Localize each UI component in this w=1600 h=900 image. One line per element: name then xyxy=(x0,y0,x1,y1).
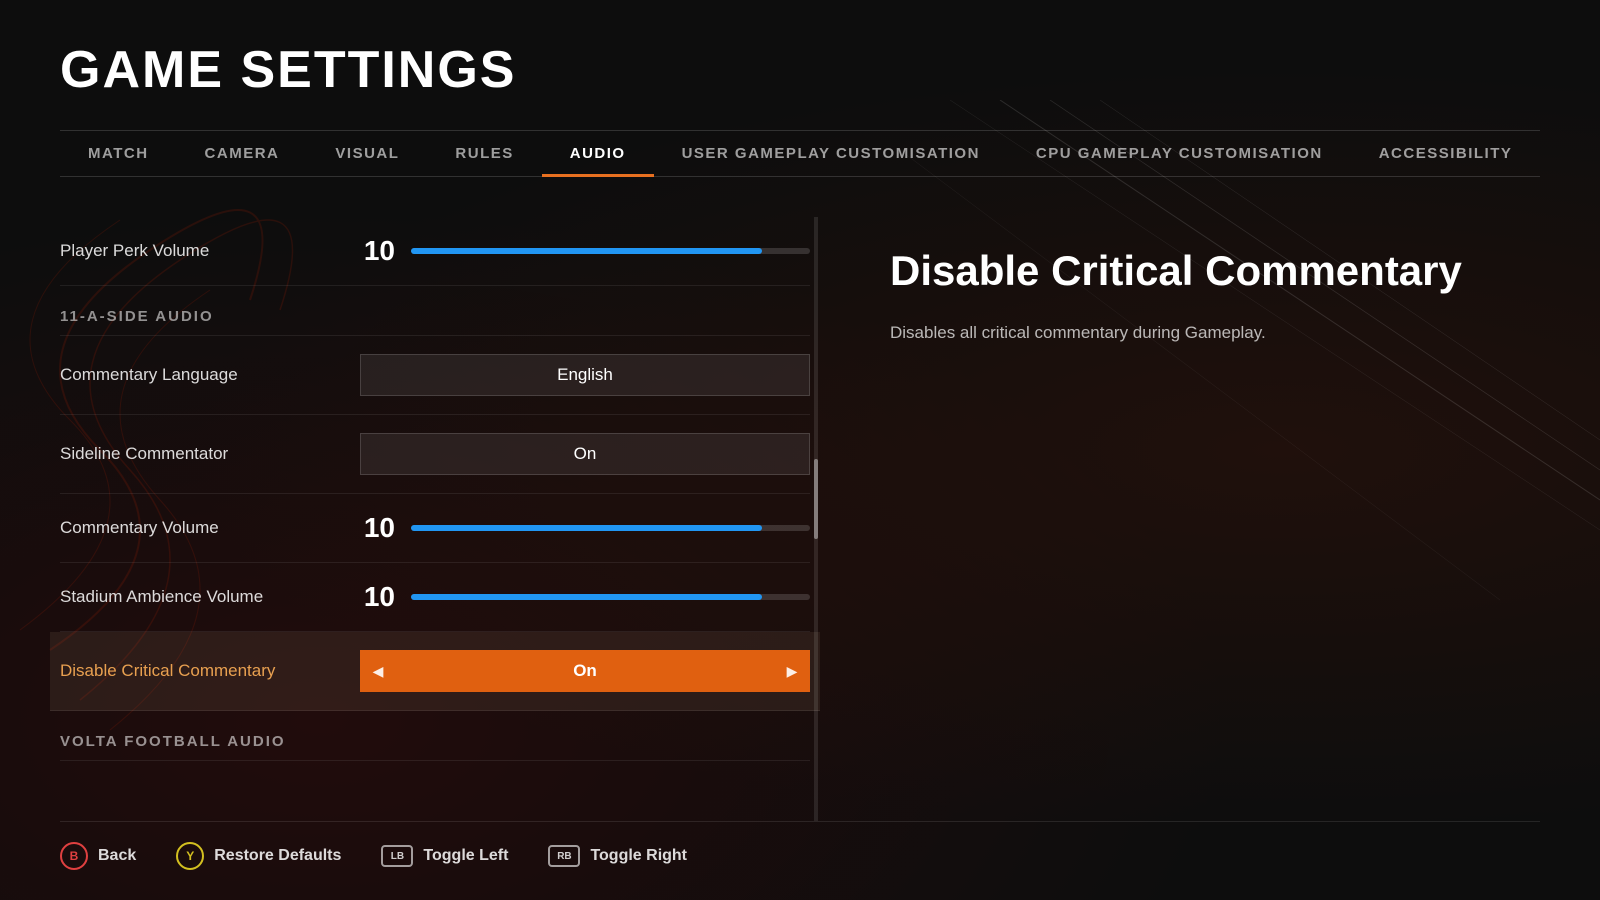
setting-disable-critical-commentary[interactable]: Disable Critical Commentary ◀ On ▶ xyxy=(50,632,820,711)
lb-button-icon[interactable]: LB xyxy=(381,845,413,867)
info-title: Disable Critical Commentary xyxy=(890,247,1480,295)
toggle-control[interactable]: ◀ On ▶ xyxy=(360,650,810,692)
scrollbar[interactable] xyxy=(814,217,818,821)
tab-visual[interactable]: VISUAL xyxy=(307,131,427,176)
player-perk-volume-fill xyxy=(411,248,762,254)
sideline-commentator-value[interactable]: On xyxy=(360,433,810,475)
tab-camera[interactable]: CAMERA xyxy=(177,131,308,176)
toggle-left-label: Toggle Left xyxy=(423,847,508,865)
stadium-ambience-label: Stadium Ambience Volume xyxy=(60,587,340,607)
disable-critical-commentary-control[interactable]: ◀ On ▶ xyxy=(360,650,810,692)
settings-panel: Player Perk Volume 10 11-A-SIDE AUDIO Co… xyxy=(60,217,810,821)
stadium-ambience-value: 10 xyxy=(360,581,395,613)
info-panel: Disable Critical Commentary Disables all… xyxy=(810,217,1540,821)
commentary-language-label: Commentary Language xyxy=(60,365,340,385)
setting-stadium-ambience[interactable]: Stadium Ambience Volume 10 xyxy=(60,563,810,632)
tab-audio[interactable]: AUDIO xyxy=(542,131,654,176)
tab-cpu-gameplay[interactable]: CPU GAMEPLAY CUSTOMISATION xyxy=(1008,131,1351,176)
setting-commentary-language[interactable]: Commentary Language English xyxy=(60,336,810,415)
toggle-left-action[interactable]: LB Toggle Left xyxy=(381,845,508,867)
player-perk-volume-control[interactable]: 10 xyxy=(360,235,810,267)
stadium-ambience-fill xyxy=(411,594,762,600)
toggle-value: On xyxy=(396,661,774,681)
player-perk-volume-label: Player Perk Volume xyxy=(60,241,340,261)
rb-button-icon[interactable]: RB xyxy=(548,845,580,867)
main-area: Player Perk Volume 10 11-A-SIDE AUDIO Co… xyxy=(60,217,1540,821)
tab-match[interactable]: MATCH xyxy=(60,131,177,176)
setting-player-perk-volume[interactable]: Player Perk Volume 10 xyxy=(60,217,810,286)
b-button-icon[interactable]: B xyxy=(60,842,88,870)
tab-user-gameplay[interactable]: USER GAMEPLAY CUSTOMISATION xyxy=(654,131,1008,176)
player-perk-volume-slider[interactable] xyxy=(411,248,810,254)
back-label: Back xyxy=(98,847,136,865)
stadium-ambience-control[interactable]: 10 xyxy=(360,581,810,613)
toggle-left-arrow-icon[interactable]: ◀ xyxy=(360,650,396,692)
commentary-volume-fill xyxy=(411,525,762,531)
tab-accessibility[interactable]: ACCESSIBILITY xyxy=(1351,131,1541,176)
info-description: Disables all critical commentary during … xyxy=(890,319,1310,346)
commentary-language-value[interactable]: English xyxy=(360,354,810,396)
bottom-bar: B Back Y Restore Defaults LB Toggle Left… xyxy=(60,821,1540,870)
toggle-right-label: Toggle Right xyxy=(590,847,687,865)
player-perk-volume-value: 10 xyxy=(360,235,395,267)
commentary-language-control[interactable]: English xyxy=(360,354,810,396)
stadium-ambience-slider[interactable] xyxy=(411,594,810,600)
sideline-commentator-label: Sideline Commentator xyxy=(60,444,340,464)
toggle-right-action[interactable]: RB Toggle Right xyxy=(548,845,687,867)
main-content: GAME SETTINGS MATCH CAMERA VISUAL RULES … xyxy=(0,0,1600,900)
back-action[interactable]: B Back xyxy=(60,842,136,870)
restore-defaults-label: Restore Defaults xyxy=(214,847,341,865)
section-11aside: 11-A-SIDE AUDIO xyxy=(60,286,810,336)
page-title: GAME SETTINGS xyxy=(60,40,1540,100)
disable-critical-commentary-label: Disable Critical Commentary xyxy=(60,661,340,681)
sideline-commentator-control[interactable]: On xyxy=(360,433,810,475)
scrollbar-thumb[interactable] xyxy=(814,459,818,539)
setting-sideline-commentator[interactable]: Sideline Commentator On xyxy=(60,415,810,494)
toggle-right-arrow-icon[interactable]: ▶ xyxy=(774,650,810,692)
y-button-icon[interactable]: Y xyxy=(176,842,204,870)
section-volta: VOLTA FOOTBALL AUDIO xyxy=(60,711,810,761)
tab-navigation: MATCH CAMERA VISUAL RULES AUDIO USER GAM… xyxy=(60,130,1540,177)
commentary-volume-control[interactable]: 10 xyxy=(360,512,810,544)
commentary-volume-value: 10 xyxy=(360,512,395,544)
commentary-volume-slider[interactable] xyxy=(411,525,810,531)
setting-commentary-volume[interactable]: Commentary Volume 10 xyxy=(60,494,810,563)
tab-rules[interactable]: RULES xyxy=(427,131,541,176)
commentary-volume-label: Commentary Volume xyxy=(60,518,340,538)
restore-defaults-action[interactable]: Y Restore Defaults xyxy=(176,842,341,870)
